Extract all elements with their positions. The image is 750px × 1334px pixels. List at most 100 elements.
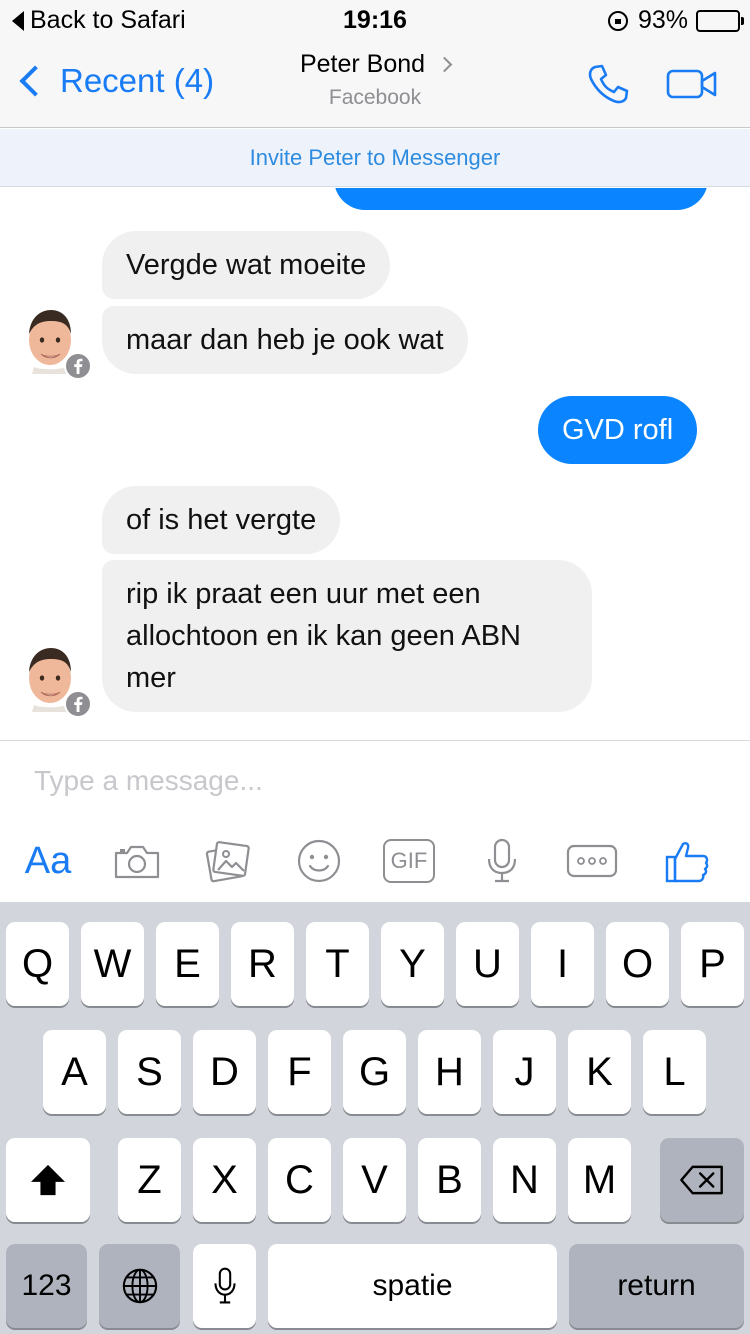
camera-icon[interactable] bbox=[112, 835, 162, 887]
shift-icon bbox=[31, 1164, 65, 1196]
key-label: G bbox=[358, 1049, 391, 1094]
emoji-icon[interactable] bbox=[296, 835, 342, 887]
numbers-key[interactable]: 123 bbox=[6, 1244, 87, 1328]
message-bubble-outgoing-partial[interactable] bbox=[334, 188, 708, 210]
key-label: L bbox=[663, 1049, 686, 1094]
return-key-label: return bbox=[617, 1269, 696, 1302]
key-label: P bbox=[699, 941, 726, 986]
text-style-label: Aa bbox=[24, 839, 72, 882]
key-a[interactable]: A bbox=[43, 1030, 106, 1114]
microphone-icon[interactable] bbox=[482, 835, 522, 887]
space-key-label: spatie bbox=[372, 1269, 453, 1302]
key-c[interactable]: C bbox=[268, 1138, 331, 1222]
message-bubble-outgoing[interactable]: GVD rofl bbox=[538, 396, 698, 464]
message-text: GVD rofl bbox=[562, 414, 674, 446]
key-label: Z bbox=[137, 1157, 162, 1202]
message-text-line: allochtoon en ik kan geen ABN bbox=[126, 620, 521, 652]
key-label: C bbox=[285, 1157, 314, 1202]
message-text: Vergde wat moeite bbox=[126, 249, 367, 281]
contact-name: Peter Bond bbox=[299, 50, 426, 78]
key-h[interactable]: H bbox=[418, 1030, 481, 1114]
globe-key[interactable] bbox=[99, 1244, 180, 1328]
key-e[interactable]: E bbox=[156, 922, 219, 1006]
gallery-icon[interactable] bbox=[204, 835, 252, 887]
key-q[interactable]: Q bbox=[6, 922, 69, 1006]
video-camera-icon[interactable] bbox=[666, 68, 718, 100]
key-label: X bbox=[211, 1157, 238, 1202]
key-g[interactable]: G bbox=[343, 1030, 406, 1114]
key-label: I bbox=[556, 941, 569, 986]
rotation-lock-icon bbox=[607, 10, 628, 31]
microphone-icon bbox=[213, 1267, 236, 1304]
status-bar: Back to Safari 19:16 93% bbox=[0, 0, 750, 40]
key-t[interactable]: T bbox=[306, 922, 369, 1006]
contact-source: Facebook bbox=[328, 86, 422, 109]
key-k[interactable]: K bbox=[568, 1030, 631, 1114]
key-j[interactable]: J bbox=[493, 1030, 556, 1114]
key-label: R bbox=[248, 941, 277, 986]
message-text-line: mer bbox=[126, 662, 176, 694]
phone-icon[interactable] bbox=[586, 62, 630, 106]
space-key[interactable]: spatie bbox=[268, 1244, 557, 1328]
dictation-key[interactable] bbox=[193, 1244, 256, 1328]
composer-toolbar: Aa GIF bbox=[0, 835, 750, 891]
invite-banner[interactable]: Invite Peter to Messenger bbox=[0, 129, 750, 187]
key-w[interactable]: W bbox=[81, 922, 144, 1006]
message-text: of is het vergte bbox=[126, 504, 317, 536]
message-bubble-incoming[interactable]: of is het vergte bbox=[102, 486, 341, 554]
thumbs-up-icon[interactable] bbox=[664, 835, 710, 887]
key-label: J bbox=[514, 1049, 535, 1094]
more-icon[interactable] bbox=[566, 835, 618, 887]
text-style-button[interactable]: Aa bbox=[18, 835, 78, 887]
battery-icon bbox=[696, 9, 744, 32]
key-y[interactable]: Y bbox=[381, 922, 444, 1006]
key-label: T bbox=[325, 941, 350, 986]
key-x[interactable]: X bbox=[193, 1138, 256, 1222]
chevron-right-icon bbox=[436, 56, 453, 73]
key-label: B bbox=[436, 1157, 463, 1202]
key-d[interactable]: D bbox=[193, 1030, 256, 1114]
key-b[interactable]: B bbox=[418, 1138, 481, 1222]
return-key[interactable]: return bbox=[569, 1244, 744, 1328]
key-l[interactable]: L bbox=[643, 1030, 706, 1114]
key-label: S bbox=[136, 1049, 163, 1094]
key-label: V bbox=[361, 1157, 388, 1202]
delete-key[interactable] bbox=[660, 1138, 744, 1222]
key-p[interactable]: P bbox=[681, 922, 744, 1006]
key-label: O bbox=[621, 941, 654, 986]
key-r[interactable]: R bbox=[231, 922, 294, 1006]
numbers-key-label: 123 bbox=[21, 1269, 72, 1302]
key-s[interactable]: S bbox=[118, 1030, 181, 1114]
key-label: U bbox=[473, 941, 502, 986]
key-n[interactable]: N bbox=[493, 1138, 556, 1222]
key-o[interactable]: O bbox=[606, 922, 669, 1006]
message-list: Vergde wat moeite maar dan heb je ook wa… bbox=[0, 188, 750, 740]
message-bubble-incoming[interactable]: Vergde wat moeite bbox=[102, 231, 391, 299]
shift-key[interactable] bbox=[6, 1138, 90, 1222]
message-input[interactable]: Type a message... bbox=[34, 765, 263, 797]
key-m[interactable]: M bbox=[568, 1138, 631, 1222]
delete-icon bbox=[680, 1165, 723, 1195]
message-bubble-incoming[interactable]: maar dan heb je ook wat bbox=[102, 306, 468, 374]
conversation-title[interactable]: Peter Bond bbox=[0, 50, 750, 79]
key-label: K bbox=[586, 1049, 613, 1094]
key-z[interactable]: Z bbox=[118, 1138, 181, 1222]
gif-label: GIF bbox=[390, 848, 428, 873]
key-label: F bbox=[287, 1049, 312, 1094]
key-v[interactable]: V bbox=[343, 1138, 406, 1222]
gif-button[interactable]: GIF bbox=[383, 839, 435, 883]
key-f[interactable]: F bbox=[268, 1030, 331, 1114]
message-text-line: rip ik praat een uur met een bbox=[126, 578, 481, 610]
facebook-badge-icon bbox=[64, 690, 92, 718]
globe-icon bbox=[122, 1268, 157, 1304]
key-i[interactable]: I bbox=[531, 922, 594, 1006]
key-label: E bbox=[174, 941, 201, 986]
key-u[interactable]: U bbox=[456, 922, 519, 1006]
key-label: A bbox=[61, 1049, 88, 1094]
message-bubble-incoming[interactable]: rip ik praat een uur met een allochtoon … bbox=[102, 560, 592, 712]
keyboard: Q W E R T Y U I O P A S D F G H J K L Z … bbox=[0, 902, 750, 1334]
message-composer: Type a message... Aa GIF bbox=[0, 740, 750, 902]
battery-percent: 93% bbox=[637, 6, 688, 34]
facebook-badge-icon bbox=[64, 352, 92, 380]
key-label: M bbox=[582, 1157, 617, 1202]
